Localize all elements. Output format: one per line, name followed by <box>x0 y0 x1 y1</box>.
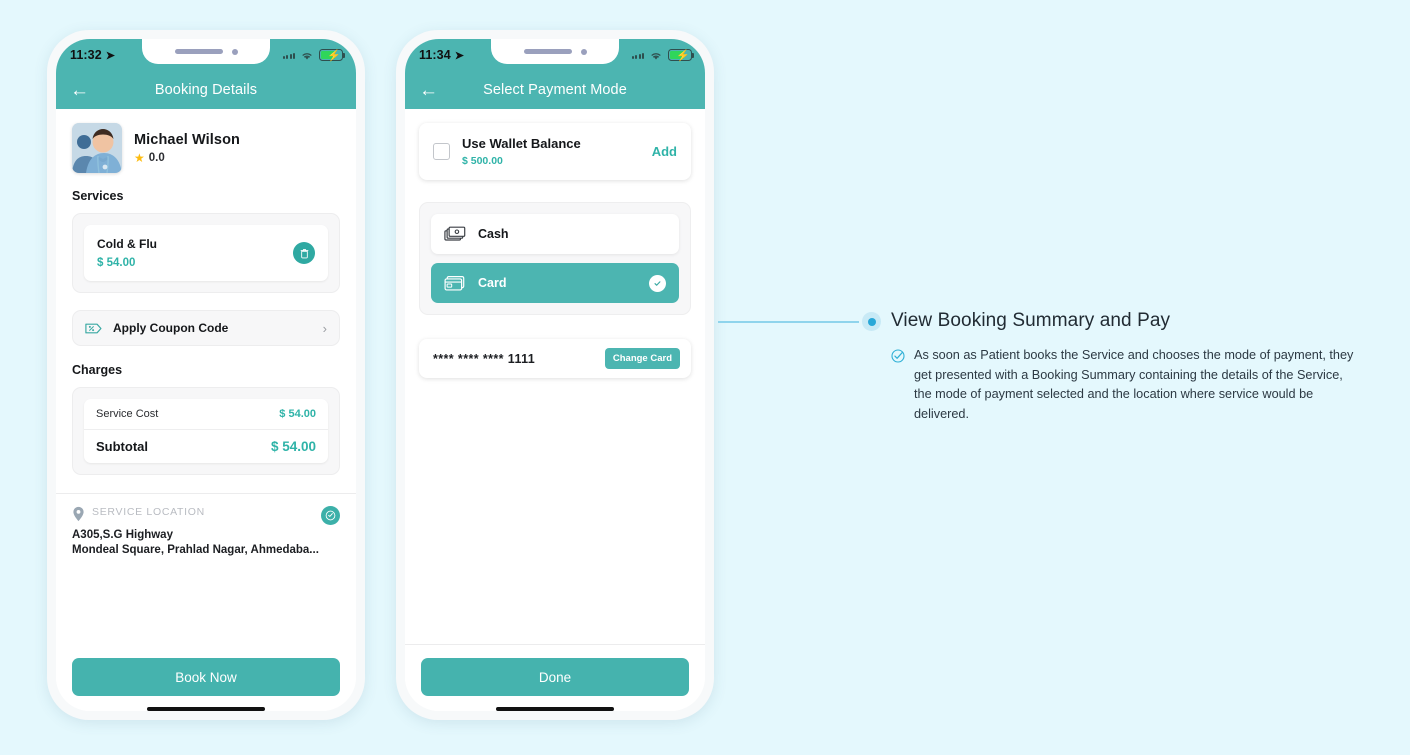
delete-icon[interactable] <box>293 242 315 264</box>
phone-booking-details: 11:32 ➤ ⚡ ← Booking Details Michael Wils… <box>47 30 365 720</box>
payment-option-label: Card <box>478 276 507 290</box>
callout-body: As soon as Patient books the Service and… <box>891 346 1361 424</box>
edit-location-icon[interactable] <box>321 506 340 525</box>
doctor-summary: Michael Wilson ★ 0.0 <box>56 109 356 177</box>
signal-icon <box>282 52 295 59</box>
charge-label: Subtotal <box>96 439 148 454</box>
check-circle-icon <box>891 349 905 363</box>
service-location-header: SERVICE LOCATION <box>72 506 340 522</box>
battery-charging-icon: ⚡ <box>668 49 695 62</box>
cash-icon <box>444 226 466 241</box>
map-pin-icon <box>73 506 84 522</box>
payment-option-cash[interactable]: Cash <box>431 214 679 254</box>
service-name: Cold & Flu <box>97 237 157 251</box>
charges-heading: Charges <box>72 363 123 377</box>
charge-label: Service Cost <box>96 408 159 420</box>
status-bar: 11:32 ➤ ⚡ <box>56 39 356 71</box>
charges-card: Service Cost $ 54.00 Subtotal $ 54.00 <box>72 387 340 475</box>
coupon-tag-icon <box>85 323 102 333</box>
apply-coupon-row[interactable]: Apply Coupon Code › <box>72 310 340 346</box>
charge-value: $ 54.00 <box>279 408 316 420</box>
speaker-grill <box>523 49 572 54</box>
home-indicator <box>496 707 614 711</box>
charges-table: Service Cost $ 54.00 Subtotal $ 54.00 <box>84 399 328 463</box>
chevron-right-icon: › <box>322 320 327 336</box>
doctor-avatar <box>72 123 122 173</box>
rating-value: 0.0 <box>148 152 165 164</box>
callout-text: As soon as Patient books the Service and… <box>914 348 1354 421</box>
page-title: Select Payment Mode <box>483 82 627 98</box>
app-bar: ← Select Payment Mode <box>405 71 705 109</box>
saved-card-row: **** **** **** 1111 Change Card <box>419 339 691 378</box>
payment-option-label: Cash <box>478 227 509 241</box>
speaker-grill <box>174 49 223 54</box>
wifi-icon <box>651 52 661 60</box>
phone-select-payment-mode: 11:34 ➤ ⚡ ← Select Payment Mode Use Wall… <box>396 30 714 720</box>
callout-annotation: View Booking Summary and Pay As soon as … <box>891 310 1361 424</box>
callout-connector-line <box>718 321 859 323</box>
service-location-line2: Mondeal Square, Prahlad Nagar, Ahmedaba.… <box>72 544 319 556</box>
service-info: Cold & Flu $ 54.00 <box>97 237 157 269</box>
payment-mode-body: Use Wallet Balance $ 500.00 Add Cash Car… <box>405 109 705 711</box>
status-time-group: 11:34 ➤ <box>419 48 464 62</box>
status-bar: 11:34 ➤ ⚡ <box>405 39 705 71</box>
done-button[interactable]: Done <box>421 658 689 696</box>
service-location-line1: A305,S.G Highway <box>72 529 173 541</box>
page-root: 11:32 ➤ ⚡ ← Booking Details Michael Wils… <box>0 0 1410 755</box>
service-location-caption: SERVICE LOCATION <box>92 506 205 518</box>
home-indicator <box>147 707 265 711</box>
signal-icon <box>631 52 644 59</box>
phone-notch <box>142 39 270 64</box>
status-indicators: ⚡ <box>282 49 346 62</box>
service-item[interactable]: Cold & Flu $ 54.00 <box>84 225 328 281</box>
callout-title: View Booking Summary and Pay <box>891 310 1171 331</box>
status-indicators: ⚡ <box>631 49 695 62</box>
apply-coupon-label: Apply Coupon Code <box>113 321 229 335</box>
change-card-button[interactable]: Change Card <box>604 348 680 369</box>
table-row: Service Cost $ 54.00 <box>84 399 328 429</box>
location-arrow-icon: ➤ <box>105 49 116 62</box>
services-card: Cold & Flu $ 54.00 <box>72 213 340 293</box>
table-row: Subtotal $ 54.00 <box>84 429 328 463</box>
charge-value: $ 54.00 <box>270 439 316 454</box>
book-now-button[interactable]: Book Now <box>72 658 340 696</box>
bottom-divider <box>405 644 705 645</box>
payment-mode-group: Cash Card <box>419 202 691 315</box>
doctor-rating: ★ 0.0 <box>134 152 240 164</box>
location-arrow-icon: ➤ <box>454 49 465 62</box>
wallet-balance-card: Use Wallet Balance $ 500.00 Add <box>419 123 691 180</box>
wallet-info: Use Wallet Balance $ 500.00 <box>462 136 640 167</box>
status-time: 11:34 <box>419 48 451 62</box>
service-price: $ 54.00 <box>97 257 136 269</box>
app-bar: ← Booking Details <box>56 71 356 109</box>
screen-booking-details: 11:32 ➤ ⚡ ← Booking Details Michael Wils… <box>56 39 356 711</box>
booking-details-body: Michael Wilson ★ 0.0 Services Cold & Flu… <box>56 109 356 711</box>
wifi-icon <box>302 52 312 60</box>
credit-card-icon <box>444 275 465 291</box>
battery-charging-icon: ⚡ <box>319 49 346 62</box>
star-icon: ★ <box>134 151 145 165</box>
callout-bullet-dot <box>862 312 881 331</box>
saved-card-number: **** **** **** 1111 <box>433 351 536 366</box>
wallet-checkbox[interactable] <box>433 143 450 160</box>
payment-option-card[interactable]: Card <box>431 263 679 303</box>
status-time: 11:32 <box>70 48 102 62</box>
services-heading: Services <box>72 189 124 203</box>
page-title: Booking Details <box>154 82 258 98</box>
selected-check-icon <box>649 274 666 292</box>
add-wallet-button[interactable]: Add <box>652 144 677 159</box>
wallet-balance: $ 500.00 <box>462 155 503 167</box>
wallet-title: Use Wallet Balance <box>462 136 581 151</box>
doctor-info: Michael Wilson ★ 0.0 <box>134 132 240 164</box>
front-camera <box>231 48 238 55</box>
screen-select-payment-mode: 11:34 ➤ ⚡ ← Select Payment Mode Use Wall… <box>405 39 705 711</box>
phone-notch <box>491 39 619 64</box>
service-location-block: SERVICE LOCATION A305,S.G Highway Mondea… <box>56 494 356 556</box>
front-camera <box>580 48 587 55</box>
status-time-group: 11:32 ➤ <box>70 48 115 62</box>
doctor-name: Michael Wilson <box>134 132 241 148</box>
